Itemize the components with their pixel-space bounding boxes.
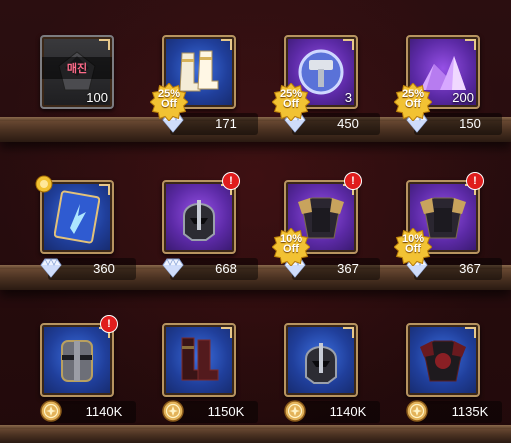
- new-star-icon: [34, 174, 54, 194]
- price-value: 360: [93, 261, 115, 276]
- shop-item-slot[interactable]: 360: [35, 175, 136, 300]
- discount-badge: 25% Off: [149, 82, 189, 122]
- price-tag[interactable]: 360: [40, 258, 136, 280]
- tile-corner-ornament: [99, 39, 110, 50]
- item-quantity: 100: [86, 90, 108, 105]
- tile-corner-ornament: [221, 327, 232, 338]
- diamond-icon: [40, 258, 62, 278]
- discount-text: 25% Off: [279, 88, 303, 110]
- diamond-icon: [162, 258, 184, 278]
- item-quantity: 3: [344, 90, 352, 105]
- diamond-icon: [38, 255, 64, 281]
- gold-coin-icon: [284, 400, 306, 422]
- gold-coin-icon: [38, 398, 64, 424]
- price-tag[interactable]: 1140K: [40, 400, 136, 423]
- price-value: 668: [215, 261, 237, 276]
- price-value: 1140K: [85, 404, 123, 419]
- discount-text: 25% Off: [157, 88, 181, 110]
- red-boots-icon: [181, 337, 219, 381]
- price-value: 1140K: [329, 404, 367, 419]
- shop-item-slot[interactable]: ! 668: [162, 172, 258, 300]
- price-value: 367: [459, 261, 481, 276]
- price-tag[interactable]: 668: [162, 258, 258, 280]
- item-tile[interactable]: [406, 323, 480, 397]
- tile-corner-ornament: [343, 39, 354, 50]
- discount-badge: 25% Off: [393, 82, 433, 122]
- item-tile[interactable]: [162, 323, 236, 397]
- discount-text: 10% Off: [279, 233, 303, 255]
- tile-corner-ornament: [465, 39, 476, 50]
- price-value: 450: [337, 116, 359, 131]
- price-value: 1135K: [451, 404, 489, 419]
- alert-icon: !: [100, 315, 118, 333]
- diamond-icon: [160, 255, 186, 281]
- discount-badge: 25% Off: [271, 82, 311, 122]
- tile-corner-ornament: [221, 39, 232, 50]
- alert-icon: !: [466, 172, 484, 190]
- sold-out-label: 매진: [42, 57, 112, 79]
- shop-item-slot[interactable]: 200 150 25% Off: [393, 35, 502, 155]
- shop-item-slot[interactable]: 171 25% Off: [149, 35, 258, 155]
- card-icon: [54, 190, 100, 244]
- discount-text: 10% Off: [401, 233, 425, 255]
- item-quantity: 200: [452, 90, 474, 105]
- alert-icon: !: [222, 172, 240, 190]
- discount-text: 25% Off: [401, 88, 425, 110]
- price-tag[interactable]: 1135K: [406, 400, 502, 423]
- helmet-icon: [305, 343, 337, 384]
- price-tag[interactable]: 1150K: [162, 400, 258, 423]
- tile-corner-ornament: [343, 327, 354, 338]
- shop-item-slot[interactable]: 1135K: [406, 323, 502, 443]
- price-value: 171: [215, 116, 237, 131]
- tile-corner-ornament: [99, 184, 110, 195]
- helmet-icon: [183, 200, 215, 241]
- bucket-helm-icon: [61, 340, 93, 382]
- gold-coin-icon: [40, 400, 62, 422]
- item-tile[interactable]: [40, 323, 114, 397]
- price-tag[interactable]: 1140K: [284, 400, 380, 423]
- shop-item-slot[interactable]: ! 367 10% Off: [271, 172, 380, 300]
- gold-coin-icon: [160, 398, 186, 424]
- alert-icon: !: [344, 172, 362, 190]
- shop-item-slot[interactable]: ! 367 10% Off: [393, 172, 502, 300]
- gold-coin-icon: [404, 398, 430, 424]
- tile-corner-ornament: [465, 327, 476, 338]
- red-armor-icon: [420, 340, 466, 382]
- shop-item-slot[interactable]: 3 450 25% Off: [271, 35, 380, 155]
- item-tile[interactable]: [162, 180, 236, 254]
- item-tile[interactable]: [284, 323, 358, 397]
- price-value: 367: [337, 261, 359, 276]
- discount-badge: 10% Off: [271, 227, 311, 267]
- gold-coin-icon: [282, 398, 308, 424]
- shop-item-slot[interactable]: 매진 100: [40, 35, 136, 155]
- shop-item-slot[interactable]: 1140K: [284, 323, 380, 443]
- shop-item-slot[interactable]: ! 1140K: [40, 315, 136, 443]
- price-value: 1150K: [207, 404, 245, 419]
- gold-coin-icon: [162, 400, 184, 422]
- discount-badge: 10% Off: [393, 227, 433, 267]
- item-tile[interactable]: 매진 100: [40, 35, 114, 109]
- shop-item-slot[interactable]: 1150K: [162, 323, 258, 443]
- price-value: 150: [459, 116, 481, 131]
- gold-coin-icon: [406, 400, 428, 422]
